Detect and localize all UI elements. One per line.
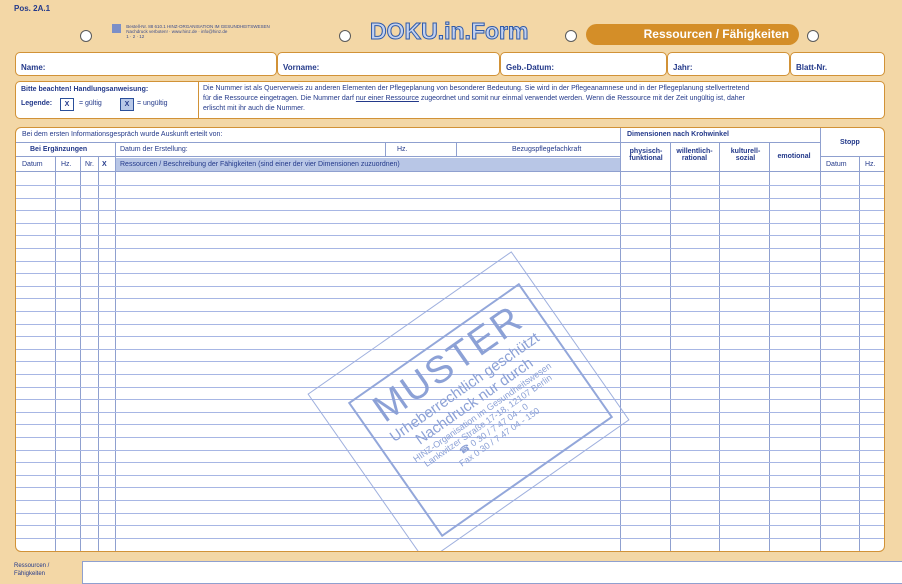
col-x: X xyxy=(102,161,107,168)
table-row[interactable] xyxy=(16,286,884,287)
col-hz: Hz. xyxy=(61,161,72,168)
instructions-title: Bitte beachten! Handlungsanweisung: xyxy=(21,86,149,93)
legend-invalid-text: = ungültig xyxy=(137,100,168,107)
table-row[interactable] xyxy=(16,261,884,262)
grid-line xyxy=(115,142,116,551)
grid-line xyxy=(620,142,820,143)
table-row[interactable] xyxy=(16,273,884,274)
bottom-strip xyxy=(82,561,902,584)
position-code: Pos. 2A.1 xyxy=(14,4,51,13)
hz-label: Hz. xyxy=(397,146,408,153)
datum-erstellung-label: Datum der Erstellung: xyxy=(120,146,188,153)
instructions-line: für die Ressource eingetragen. Die Numme… xyxy=(203,95,745,102)
grid-line xyxy=(456,142,457,157)
grid-line xyxy=(820,156,884,157)
table-row[interactable] xyxy=(16,210,884,211)
table-row[interactable] xyxy=(16,185,884,186)
legend-label: Legende: xyxy=(21,100,53,107)
table-row[interactable] xyxy=(16,248,884,249)
legend-invalid-box: X xyxy=(120,98,134,111)
table-row[interactable] xyxy=(16,223,884,224)
punch-hole xyxy=(80,30,92,42)
grid-line xyxy=(80,156,81,551)
bei-ergaenzungen-label: Bei Ergänzungen xyxy=(30,146,88,153)
dim-physisch: physisch- funktional xyxy=(629,148,663,162)
grid-line xyxy=(16,142,620,143)
punch-hole xyxy=(565,30,577,42)
grid-line xyxy=(55,156,56,551)
info-row-label: Bei dem ersten Informationsgespräch wurd… xyxy=(22,131,223,138)
table-row[interactable] xyxy=(16,198,884,199)
brand-logo: DOKU.in.Form xyxy=(369,18,529,45)
instructions-box: Bitte beachten! Handlungsanweisung: Lege… xyxy=(15,81,885,119)
col-nr: Nr. xyxy=(85,161,94,168)
instructions-line: erlischt mit ihr auch die Nummer. xyxy=(203,105,305,112)
grid-line xyxy=(620,128,621,551)
legend-valid-text: = gültig xyxy=(79,100,102,107)
stopp-title: Stopp xyxy=(840,139,860,146)
jahr-field[interactable]: Jahr: xyxy=(667,52,790,76)
grid-line xyxy=(719,142,720,551)
dim-emotional: emotional xyxy=(777,153,811,160)
col-datum: Datum xyxy=(22,161,43,168)
publisher-logo-icon xyxy=(112,24,121,33)
table-row[interactable] xyxy=(16,235,884,236)
publisher-line: 1 · 2 · 12 xyxy=(126,34,145,39)
grid-line xyxy=(769,142,770,551)
grid-line xyxy=(16,156,620,157)
bezugspflegefachkraft-label: Bezugspflegefachkraft xyxy=(512,146,582,153)
instructions-line: Die Nummer ist als Querverweis zu andere… xyxy=(203,85,750,92)
punch-hole xyxy=(807,30,819,42)
dimensions-title: Dimensionen nach Krohwinkel xyxy=(627,131,729,138)
legend-valid-box: X xyxy=(60,98,74,111)
resource-table: Bei dem ersten Informationsgespräch wurd… xyxy=(15,127,885,552)
legend-area: Bitte beachten! Handlungsanweisung: Lege… xyxy=(16,82,199,118)
stopp-hz: Hz. xyxy=(865,161,876,168)
vorname-field[interactable]: Vorname: xyxy=(277,52,500,76)
stopp-datum: Datum xyxy=(826,161,847,168)
grid-line xyxy=(670,142,671,551)
publisher-info: Bestell-Nr. 88 610.1 HINZ-ORGANISATION I… xyxy=(112,24,342,44)
grid-line xyxy=(98,156,99,551)
geb-datum-field[interactable]: Geb.-Datum: xyxy=(500,52,667,76)
col-ressourcen: Ressourcen / Beschreibung der Fähigkeite… xyxy=(120,161,400,168)
blatt-nr-field[interactable]: Blatt-Nr. xyxy=(790,52,885,76)
name-field[interactable]: Name: xyxy=(15,52,277,76)
grid-line xyxy=(820,128,821,551)
section-title: Ressourcen / Fähigkeiten xyxy=(586,24,799,45)
bottom-tab-label: Ressourcen / Fähigkeiten xyxy=(14,563,50,577)
form-page: Pos. 2A.1 Bestell-Nr. 88 610.1 HINZ-ORGA… xyxy=(0,0,902,584)
grid-line xyxy=(859,156,860,551)
dim-kulturell: kulturell- sozial xyxy=(730,148,761,162)
instructions-text: Die Nummer ist als Querverweis zu andere… xyxy=(203,84,879,114)
dim-willentlich: willentlich- rational xyxy=(676,148,713,162)
grid-line xyxy=(16,171,884,172)
grid-line xyxy=(385,142,386,157)
